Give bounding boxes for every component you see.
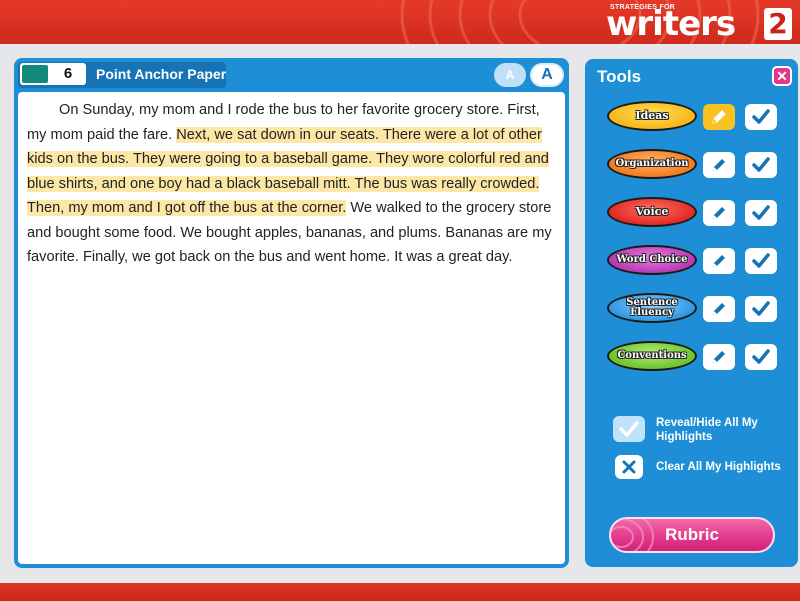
pencil-icon: [712, 110, 726, 124]
trait-organization-button[interactable]: Organization: [607, 149, 697, 179]
score-badge: 6: [20, 63, 86, 85]
trait-ideas-button[interactable]: Ideas: [607, 101, 697, 131]
highlight-pencil-button-voice[interactable]: [703, 200, 735, 226]
tools-title: Tools: [597, 67, 642, 86]
app-header: STRATEGIES FOR writers 2: [0, 0, 800, 44]
paper-text: On Sunday, my mom and I rode the bus to …: [27, 98, 557, 270]
tools-panel: Tools ✕ Ideas Organization Voice Word Ch…: [585, 59, 798, 567]
close-button[interactable]: ✕: [772, 66, 792, 86]
pencil-icon: [713, 255, 725, 267]
rubric-swirl-decoration: [611, 519, 654, 551]
logo-wordmark: writers: [606, 4, 736, 44]
reveal-hide-highlights-toggle[interactable]: [613, 416, 645, 442]
trait-voice-button[interactable]: Voice: [607, 197, 697, 227]
logo-grade-number: 2: [764, 8, 792, 40]
checkmark-icon: [752, 157, 770, 172]
show-check-button-sentence-fluency[interactable]: [745, 296, 777, 322]
show-check-button-organization[interactable]: [745, 152, 777, 178]
pencil-icon: [713, 159, 725, 171]
highlight-pencil-button-word-choice[interactable]: [703, 248, 735, 274]
show-check-button-voice[interactable]: [745, 200, 777, 226]
trait-word-choice-button[interactable]: Word Choice: [607, 245, 697, 275]
score-color-swatch: [22, 65, 48, 83]
rubric-button[interactable]: Rubric: [609, 517, 775, 553]
rubric-label: Rubric: [665, 525, 719, 544]
highlight-pencil-button-ideas[interactable]: [703, 104, 735, 130]
pencil-icon: [713, 351, 725, 363]
x-icon: [622, 460, 636, 474]
trait-sentence-fluency-button[interactable]: Sentence Fluency: [607, 293, 697, 323]
checkmark-icon: [752, 349, 770, 364]
show-check-button-ideas[interactable]: [745, 104, 777, 130]
checkmark-icon: [619, 421, 639, 437]
trait-conventions-button[interactable]: Conventions: [607, 341, 697, 371]
reveal-hide-highlights-label: Reveal/Hide All My Highlights: [656, 417, 758, 443]
highlight-pencil-button-sentence-fluency[interactable]: [703, 296, 735, 322]
show-check-button-conventions[interactable]: [745, 344, 777, 370]
checkmark-icon: [752, 109, 770, 124]
checkmark-icon: [752, 253, 770, 268]
pencil-icon: [713, 303, 725, 315]
font-size-small-button[interactable]: A: [494, 63, 526, 87]
checkmark-icon: [752, 301, 770, 316]
checkmark-icon: [752, 205, 770, 220]
highlight-pencil-button-conventions[interactable]: [703, 344, 735, 370]
anchor-paper-panel: 6 Point Anchor Paper A A On Sunday, my m…: [14, 58, 569, 568]
clear-highlights-label: Clear All My Highlights: [656, 461, 781, 473]
show-check-button-word-choice[interactable]: [745, 248, 777, 274]
writers-logo: STRATEGIES FOR writers 2: [602, 2, 792, 42]
font-size-large-button[interactable]: A: [530, 63, 564, 87]
score-number: 6: [63, 65, 73, 82]
highlight-pencil-button-organization[interactable]: [703, 152, 735, 178]
app-footer: [0, 583, 800, 601]
paper-body[interactable]: On Sunday, my mom and I rode the bus to …: [18, 92, 565, 564]
paper-title: Point Anchor Paper: [96, 66, 227, 82]
close-icon: ✕: [776, 68, 788, 84]
clear-highlights-button[interactable]: [615, 455, 643, 479]
pencil-icon: [713, 207, 725, 219]
